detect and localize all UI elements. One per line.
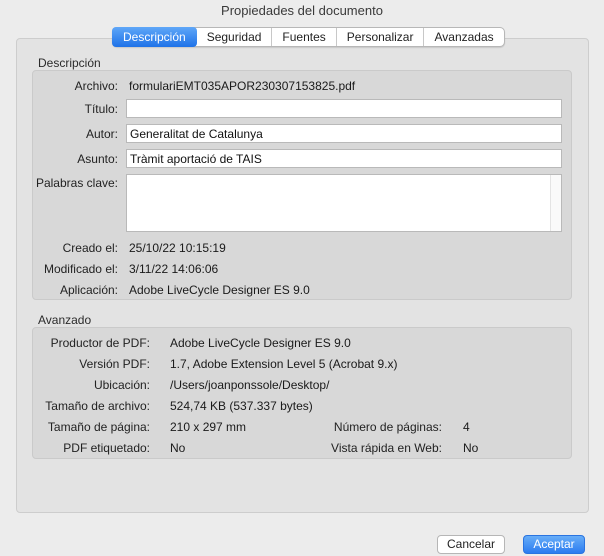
palabras-clave-label: Palabras clave:	[35, 176, 118, 190]
archivo-value: formulariEMT035APOR230307153825.pdf	[129, 79, 356, 93]
creado-label: Creado el:	[62, 241, 118, 255]
ubicacion-value: /Users/joanponssole/Desktop/	[170, 378, 330, 392]
asunto-label: Asunto:	[77, 152, 118, 166]
titulo-field[interactable]	[126, 99, 562, 118]
ok-button[interactable]: Aceptar	[523, 535, 585, 554]
ubicacion-label: Ubicación:	[93, 378, 150, 392]
tab-avanzadas[interactable]: Avanzadas	[424, 28, 503, 46]
productor-value: Adobe LiveCycle Designer ES 9.0	[170, 336, 351, 350]
asunto-field[interactable]	[126, 149, 562, 168]
tamano-archivo-label: Tamaño de archivo:	[45, 399, 150, 413]
etiquetado-value: No	[170, 441, 186, 455]
creado-value: 25/10/22 10:15:19	[129, 241, 226, 255]
tab-seguridad[interactable]: Seguridad	[197, 28, 273, 46]
tab-fuentes[interactable]: Fuentes	[272, 28, 337, 46]
tab-personalizar[interactable]: Personalizar	[337, 28, 425, 46]
palabras-clave-scrollbar[interactable]	[550, 175, 561, 231]
palabras-clave-field[interactable]	[126, 174, 562, 232]
cancel-button[interactable]: Cancelar	[437, 535, 505, 554]
description-section-title: Descripción	[38, 56, 101, 70]
modificado-value: 3/11/22 14:06:06	[129, 262, 219, 276]
archivo-label: Archivo:	[74, 79, 118, 93]
tab-bar: Descripción Seguridad Fuentes Personaliz…	[112, 27, 505, 47]
productor-label: Productor de PDF:	[50, 336, 150, 350]
etiquetado-label: PDF etiquetado:	[63, 441, 150, 455]
titulo-label: Título:	[84, 102, 118, 116]
autor-label: Autor:	[85, 127, 118, 141]
modificado-label: Modificado el:	[43, 262, 118, 276]
aplicacion-label: Aplicación:	[59, 283, 118, 297]
window-title: Propiedades del documento	[221, 3, 383, 18]
tamano-pagina-label: Tamaño de página:	[47, 420, 150, 434]
aplicacion-value: Adobe LiveCycle Designer ES 9.0	[129, 283, 310, 297]
vista-rapida-value: No	[463, 441, 479, 455]
tamano-archivo-value: 524,74 KB (537.337 bytes)	[170, 399, 313, 413]
version-value: 1.7, Adobe Extension Level 5 (Acrobat 9.…	[170, 357, 398, 371]
num-paginas-value: 4	[463, 420, 470, 434]
tab-descripcion[interactable]: Descripción	[112, 27, 197, 47]
version-label: Versión PDF:	[79, 357, 150, 371]
advanced-section-title: Avanzado	[38, 313, 92, 327]
num-paginas-label: Número de páginas:	[333, 420, 442, 434]
autor-field[interactable]	[126, 124, 562, 143]
tamano-pagina-value: 210 x 297 mm	[170, 420, 247, 434]
palabras-clave-text	[127, 175, 561, 179]
vista-rapida-label: Vista rápida en Web:	[331, 441, 442, 455]
